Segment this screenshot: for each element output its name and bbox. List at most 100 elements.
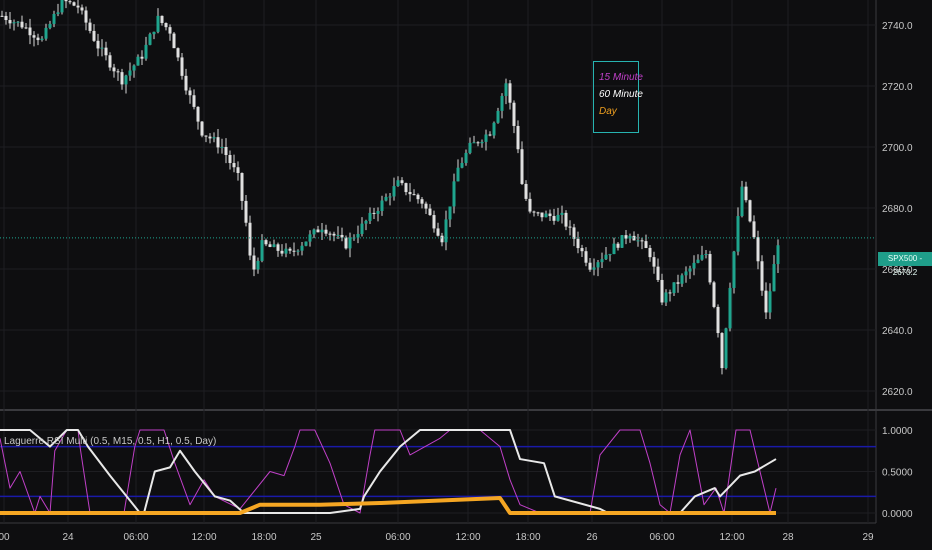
price-chart[interactable]: 00 24 06:00 12:00 18:00 25 06:00 12:00 18:00 26 06…	[0, 0, 932, 550]
time-tick-label: 12:00	[455, 532, 480, 543]
candle-body	[704, 254, 708, 256]
candle-body	[304, 241, 308, 246]
candle-body	[220, 147, 224, 149]
candle-body	[532, 211, 536, 213]
candle-body	[356, 233, 360, 238]
candle-body	[12, 22, 16, 24]
candle-body	[712, 282, 716, 307]
candle-body	[332, 233, 336, 236]
main-pane	[0, 0, 876, 409]
time-tick-label: 12:00	[191, 532, 216, 543]
candle-body	[192, 95, 196, 107]
candle-body	[160, 15, 164, 24]
candle-body	[372, 212, 376, 214]
candle-body	[52, 13, 56, 24]
candle-body	[760, 261, 764, 291]
candle-body	[644, 241, 648, 248]
candle-body	[284, 248, 288, 254]
candle-body	[556, 214, 560, 221]
candle-body	[212, 137, 216, 139]
candle-body	[180, 57, 184, 76]
legend-day: Day	[599, 106, 617, 117]
candle-body	[440, 235, 444, 243]
candle-body	[584, 251, 588, 263]
candle-body	[16, 21, 20, 23]
last-price-label: 2670.2	[892, 268, 918, 277]
candle-body	[744, 186, 748, 201]
candle-body	[472, 142, 476, 144]
candle-body	[392, 186, 396, 197]
candle-body	[120, 72, 124, 85]
candle-body	[652, 257, 656, 267]
candle-body	[96, 40, 100, 49]
indicator-tick-label: 0.5000	[882, 468, 913, 479]
candle-body	[576, 238, 580, 249]
candle-body	[248, 222, 252, 256]
time-tick-label: 18:00	[515, 532, 540, 543]
candle-body	[400, 180, 404, 184]
candle-body	[460, 162, 464, 168]
candle-body	[268, 244, 272, 247]
candle-body	[84, 10, 88, 23]
candle-body	[340, 234, 344, 238]
candle-body	[508, 83, 512, 103]
candle-body	[588, 262, 592, 270]
candle-body	[748, 200, 752, 222]
candle-body	[32, 35, 36, 38]
candle-body	[740, 186, 744, 217]
candle-body	[452, 181, 456, 207]
candle-body	[128, 70, 132, 76]
candle-body	[108, 55, 112, 68]
candle-body	[756, 237, 760, 262]
legend-15-minute: 15 Minute	[599, 72, 643, 83]
time-tick-label: 25	[310, 532, 322, 543]
candle-body	[540, 212, 544, 218]
candle-body	[88, 22, 92, 31]
indicator-title: Laguerre RSI Multi (0.5, M15, 0.5, H1, 0…	[4, 436, 217, 447]
candle-body	[432, 215, 436, 229]
time-tick-label: 06:00	[123, 532, 148, 543]
candle-body	[420, 199, 424, 204]
candle-body	[680, 275, 684, 284]
candle-body	[320, 229, 324, 233]
candle-body	[272, 244, 276, 247]
candle-body	[488, 134, 492, 136]
candle-body	[256, 260, 260, 270]
candle-body	[620, 235, 624, 248]
candle-body	[24, 27, 28, 29]
candle-body	[708, 254, 712, 283]
candle-body	[676, 282, 680, 284]
candle-body	[80, 7, 84, 11]
candle-body	[68, 1, 72, 3]
candle-body	[724, 328, 728, 369]
candle-body	[336, 234, 340, 236]
candle-body	[580, 248, 584, 252]
candle-body	[776, 245, 780, 265]
candle-body	[544, 213, 548, 218]
price-tick-label: 2640.0	[882, 326, 913, 337]
candle-body	[384, 196, 388, 201]
candle-body	[504, 83, 508, 96]
price-tick-label: 2740.0	[882, 21, 913, 32]
candle-body	[176, 48, 180, 58]
candle-body	[232, 163, 236, 168]
candle-body	[388, 196, 392, 198]
candle-body	[496, 110, 500, 123]
candle-body	[380, 200, 384, 212]
candle-body	[276, 244, 280, 251]
candle-body	[168, 27, 172, 34]
candle-body	[104, 47, 108, 56]
candle-body	[732, 251, 736, 288]
candle-body	[752, 221, 756, 238]
candle-body	[720, 333, 724, 369]
price-tick-label: 2620.0	[882, 387, 913, 398]
candle-body	[56, 12, 60, 14]
candle-body	[512, 102, 516, 126]
candle-body	[408, 192, 412, 195]
candle-body	[448, 206, 452, 220]
candle-body	[608, 254, 612, 256]
candle-body	[252, 255, 256, 270]
candle-body	[636, 240, 640, 242]
candle-body	[228, 155, 232, 164]
time-tick-label: 24	[62, 532, 74, 543]
